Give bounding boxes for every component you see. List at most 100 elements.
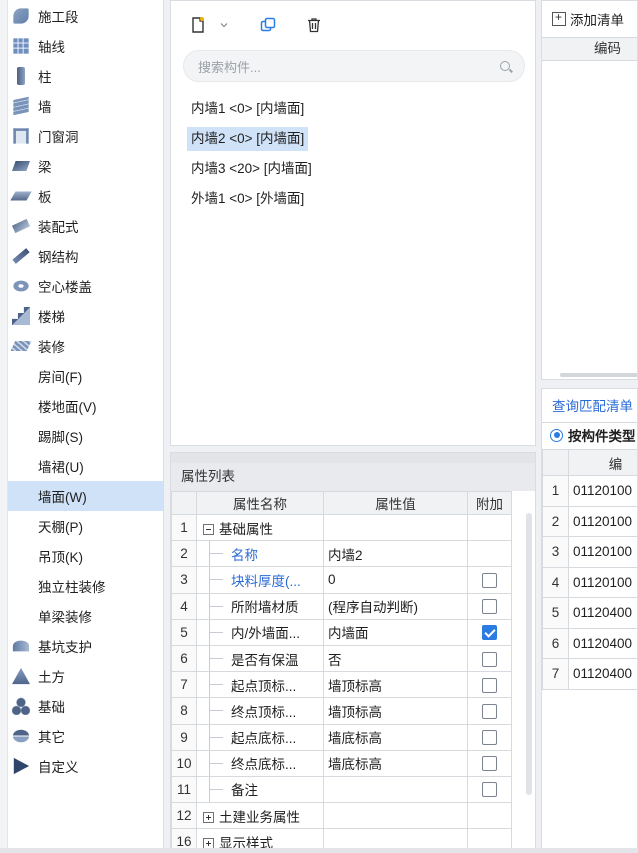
sidebar-item-15[interactable]: 墙裙(U) — [8, 451, 163, 481]
attribute-row[interactable]: 8 终点顶标... 墙顶标高 — [171, 697, 512, 725]
match-row[interactable]: 5 01120400 — [542, 597, 637, 629]
component-item[interactable]: 内墙2 <0> [内墙面] — [187, 127, 309, 151]
sidebar-item-20[interactable]: 单梁装修 — [8, 601, 163, 631]
sidebar-item-23[interactable]: 基础 — [8, 691, 163, 721]
component-item[interactable]: 内墙1 <0> [内墙面] — [187, 97, 308, 121]
sidebar-item-9[interactable]: 空心楼盖 — [8, 271, 163, 301]
sidebar-item-8[interactable]: 钢结构 — [8, 241, 163, 271]
attribute-row[interactable]: 2 名称 内墙2 — [171, 540, 512, 568]
attribute-name-cell: 起点顶标... — [196, 671, 324, 699]
collapse-icon[interactable] — [203, 523, 214, 535]
attribute-row[interactable]: 9 起点底标... 墙底标高 — [171, 723, 512, 751]
sidebar-item-21[interactable]: 基坑支护 — [8, 631, 163, 661]
extra-checkbox[interactable] — [482, 677, 497, 693]
sidebar-item-6[interactable]: 板 — [8, 181, 163, 211]
bill-list-area: 添加清单 编码 查询匹配清单 按构件类型 编 10112010020112010… — [541, 0, 638, 853]
attribute-row[interactable]: 1 基础属性 — [171, 513, 512, 542]
extra-checkbox[interactable] — [482, 572, 497, 588]
attribute-value[interactable]: 内墙2 — [323, 540, 468, 568]
sidebar-item-17[interactable]: 天棚(P) — [8, 511, 163, 541]
sidebar-item-5[interactable]: 梁 — [8, 151, 163, 181]
prefab-icon — [11, 218, 31, 234]
extra-checkbox[interactable] — [482, 703, 497, 719]
attribute-value[interactable]: (程序自动判断) — [323, 592, 468, 620]
sidebar-item-12[interactable]: 房间(F) — [8, 361, 163, 391]
attribute-row[interactable]: 6 是否有保温 否 — [171, 644, 512, 673]
attribute-name: 是否有保温 — [231, 652, 299, 668]
sidebar-item-16[interactable]: 墙面(W) — [8, 481, 163, 511]
attribute-value[interactable]: 墙顶标高 — [323, 671, 468, 699]
sidebar-item-18[interactable]: 吊顶(K) — [8, 541, 163, 571]
attribute-panel-splitter[interactable] — [171, 453, 535, 463]
extra-checkbox[interactable] — [482, 782, 497, 798]
sidebar-item-24[interactable]: 其它 — [8, 721, 163, 751]
extra-checkbox[interactable] — [482, 756, 497, 772]
match-row[interactable]: 3 01120100 — [542, 536, 637, 568]
match-row[interactable]: 2 01120100 — [542, 505, 637, 537]
attribute-value[interactable]: 否 — [323, 644, 468, 673]
match-row[interactable]: 4 01120100 — [542, 566, 637, 598]
attribute-row[interactable]: 11 备注 — [171, 775, 512, 804]
bill-list-scrollbar[interactable] — [560, 373, 637, 377]
attribute-value[interactable]: 墙底标高 — [323, 749, 468, 777]
attribute-row[interactable]: 12 土建业务属性 — [171, 802, 512, 830]
attribute-extra-cell — [467, 592, 512, 620]
other-icon — [12, 729, 30, 743]
sidebar-item-1[interactable]: 轴线 — [8, 31, 163, 61]
extra-checkbox[interactable] — [482, 625, 497, 641]
attribute-value[interactable]: 墙底标高 — [323, 723, 468, 751]
component-area: 内墙1 <0> [内墙面] 内墙2 <0> [内墙面] 内墙3 <20> [内墙面]… — [170, 0, 536, 853]
attribute-row[interactable]: 5 内/外墙面... 内墙面 — [171, 618, 512, 646]
copy-component-button[interactable] — [253, 11, 283, 39]
extra-checkbox[interactable] — [482, 651, 497, 667]
sidebar-item-label: 自定义 — [38, 760, 79, 775]
new-component-button[interactable] — [183, 11, 213, 39]
expand-icon[interactable] — [203, 811, 214, 823]
search-icon[interactable] — [500, 61, 510, 71]
sidebar-item-13[interactable]: 楼地面(V) — [8, 391, 163, 421]
match-row[interactable]: 6 01120400 — [542, 627, 637, 659]
attribute-value[interactable]: 墙顶标高 — [323, 697, 468, 725]
row-number: 9 — [171, 723, 197, 751]
sidebar-item-14[interactable]: 踢脚(S) — [8, 421, 163, 451]
attribute-row[interactable]: 10 终点底标... 墙底标高 — [171, 749, 512, 777]
attribute-value[interactable] — [323, 775, 468, 804]
sidebar-item-label: 装修 — [38, 340, 65, 355]
by-component-type-radio[interactable]: 按构件类型 — [542, 423, 637, 447]
sidebar-item-11[interactable]: 装修 — [8, 331, 163, 361]
match-bill-panel: 查询匹配清单 按构件类型 编 1 01120100 2 01120100 3 011201… — [541, 388, 638, 853]
match-row[interactable]: 1 01120100 — [542, 475, 637, 507]
extra-checkbox[interactable] — [482, 599, 497, 615]
sidebar-item-2[interactable]: 柱 — [8, 61, 163, 91]
custom-icon — [13, 757, 30, 775]
component-search-box[interactable] — [183, 50, 525, 82]
sidebar-item-10[interactable]: 楼梯 — [8, 301, 163, 331]
attribute-scrollbar[interactable] — [526, 513, 532, 795]
component-item[interactable]: 内墙3 <20> [内墙面] — [187, 157, 316, 181]
add-bill-button[interactable]: 添加清单 — [542, 1, 637, 37]
sidebar-item-label: 基坑支护 — [38, 640, 92, 655]
attribute-row[interactable]: 7 起点顶标... 墙顶标高 — [171, 671, 512, 699]
sidebar-item-25[interactable]: 自定义 — [8, 751, 163, 781]
attribute-row[interactable]: 4 所附墙材质 (程序自动判断) — [171, 592, 512, 620]
sidebar-item-22[interactable]: 土方 — [8, 661, 163, 691]
sidebar-item-19[interactable]: 独立柱装修 — [8, 571, 163, 601]
sidebar-item-7[interactable]: 装配式 — [8, 211, 163, 241]
attribute-value[interactable] — [323, 513, 468, 542]
attribute-row[interactable]: 3 块料厚度(... 0 — [171, 566, 512, 594]
attribute-value[interactable]: 内墙面 — [323, 618, 468, 646]
sidebar-item-0[interactable]: 施工段 — [8, 1, 163, 31]
sidebar-item-4[interactable]: 门窗洞 — [8, 121, 163, 151]
extra-checkbox[interactable] — [482, 730, 497, 746]
delete-component-button[interactable] — [299, 11, 329, 39]
attribute-extra-cell — [467, 697, 512, 725]
attribute-value[interactable]: 0 — [323, 566, 468, 594]
component-item[interactable]: 外墙1 <0> [外墙面] — [187, 187, 308, 211]
attribute-value[interactable] — [323, 802, 468, 830]
attribute-name: 终点底标... — [231, 757, 297, 773]
match-row[interactable]: 7 01120400 — [542, 658, 637, 690]
sidebar-item-3[interactable]: 墙 — [8, 91, 163, 121]
tab-query-match-bill[interactable]: 查询匹配清单 — [542, 389, 637, 423]
component-search-input[interactable] — [198, 58, 488, 76]
new-component-dropdown[interactable] — [217, 11, 231, 39]
